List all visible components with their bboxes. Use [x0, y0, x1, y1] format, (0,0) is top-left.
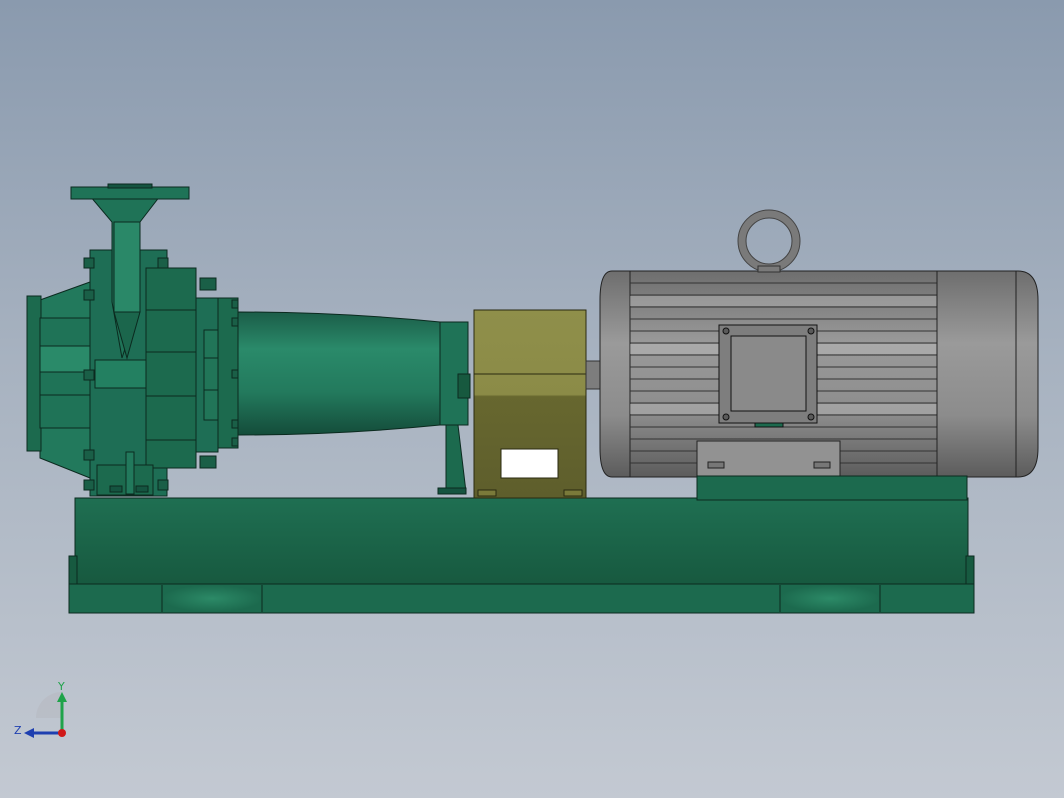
- motor-pedestal[interactable]: [696, 475, 968, 501]
- x-axis-origin-icon: [58, 729, 66, 737]
- z-arrowhead-icon: [24, 728, 34, 738]
- baseplate[interactable]: [68, 497, 975, 614]
- bearing-bracket[interactable]: [195, 297, 239, 453]
- pump-casing[interactable]: [26, 183, 217, 497]
- coupling-guard[interactable]: [473, 309, 587, 499]
- bearing-housing[interactable]: [237, 311, 471, 495]
- view-orientation-triad: Y Z: [14, 680, 67, 738]
- pump-assembly-model[interactable]: [0, 0, 1064, 798]
- graphics-viewport[interactable]: Y Z: [0, 0, 1064, 798]
- electric-motor[interactable]: [599, 209, 1039, 478]
- z-axis-label: Z: [14, 724, 22, 737]
- triad-plane-icon: [36, 692, 62, 718]
- y-axis-label: Y: [57, 680, 65, 693]
